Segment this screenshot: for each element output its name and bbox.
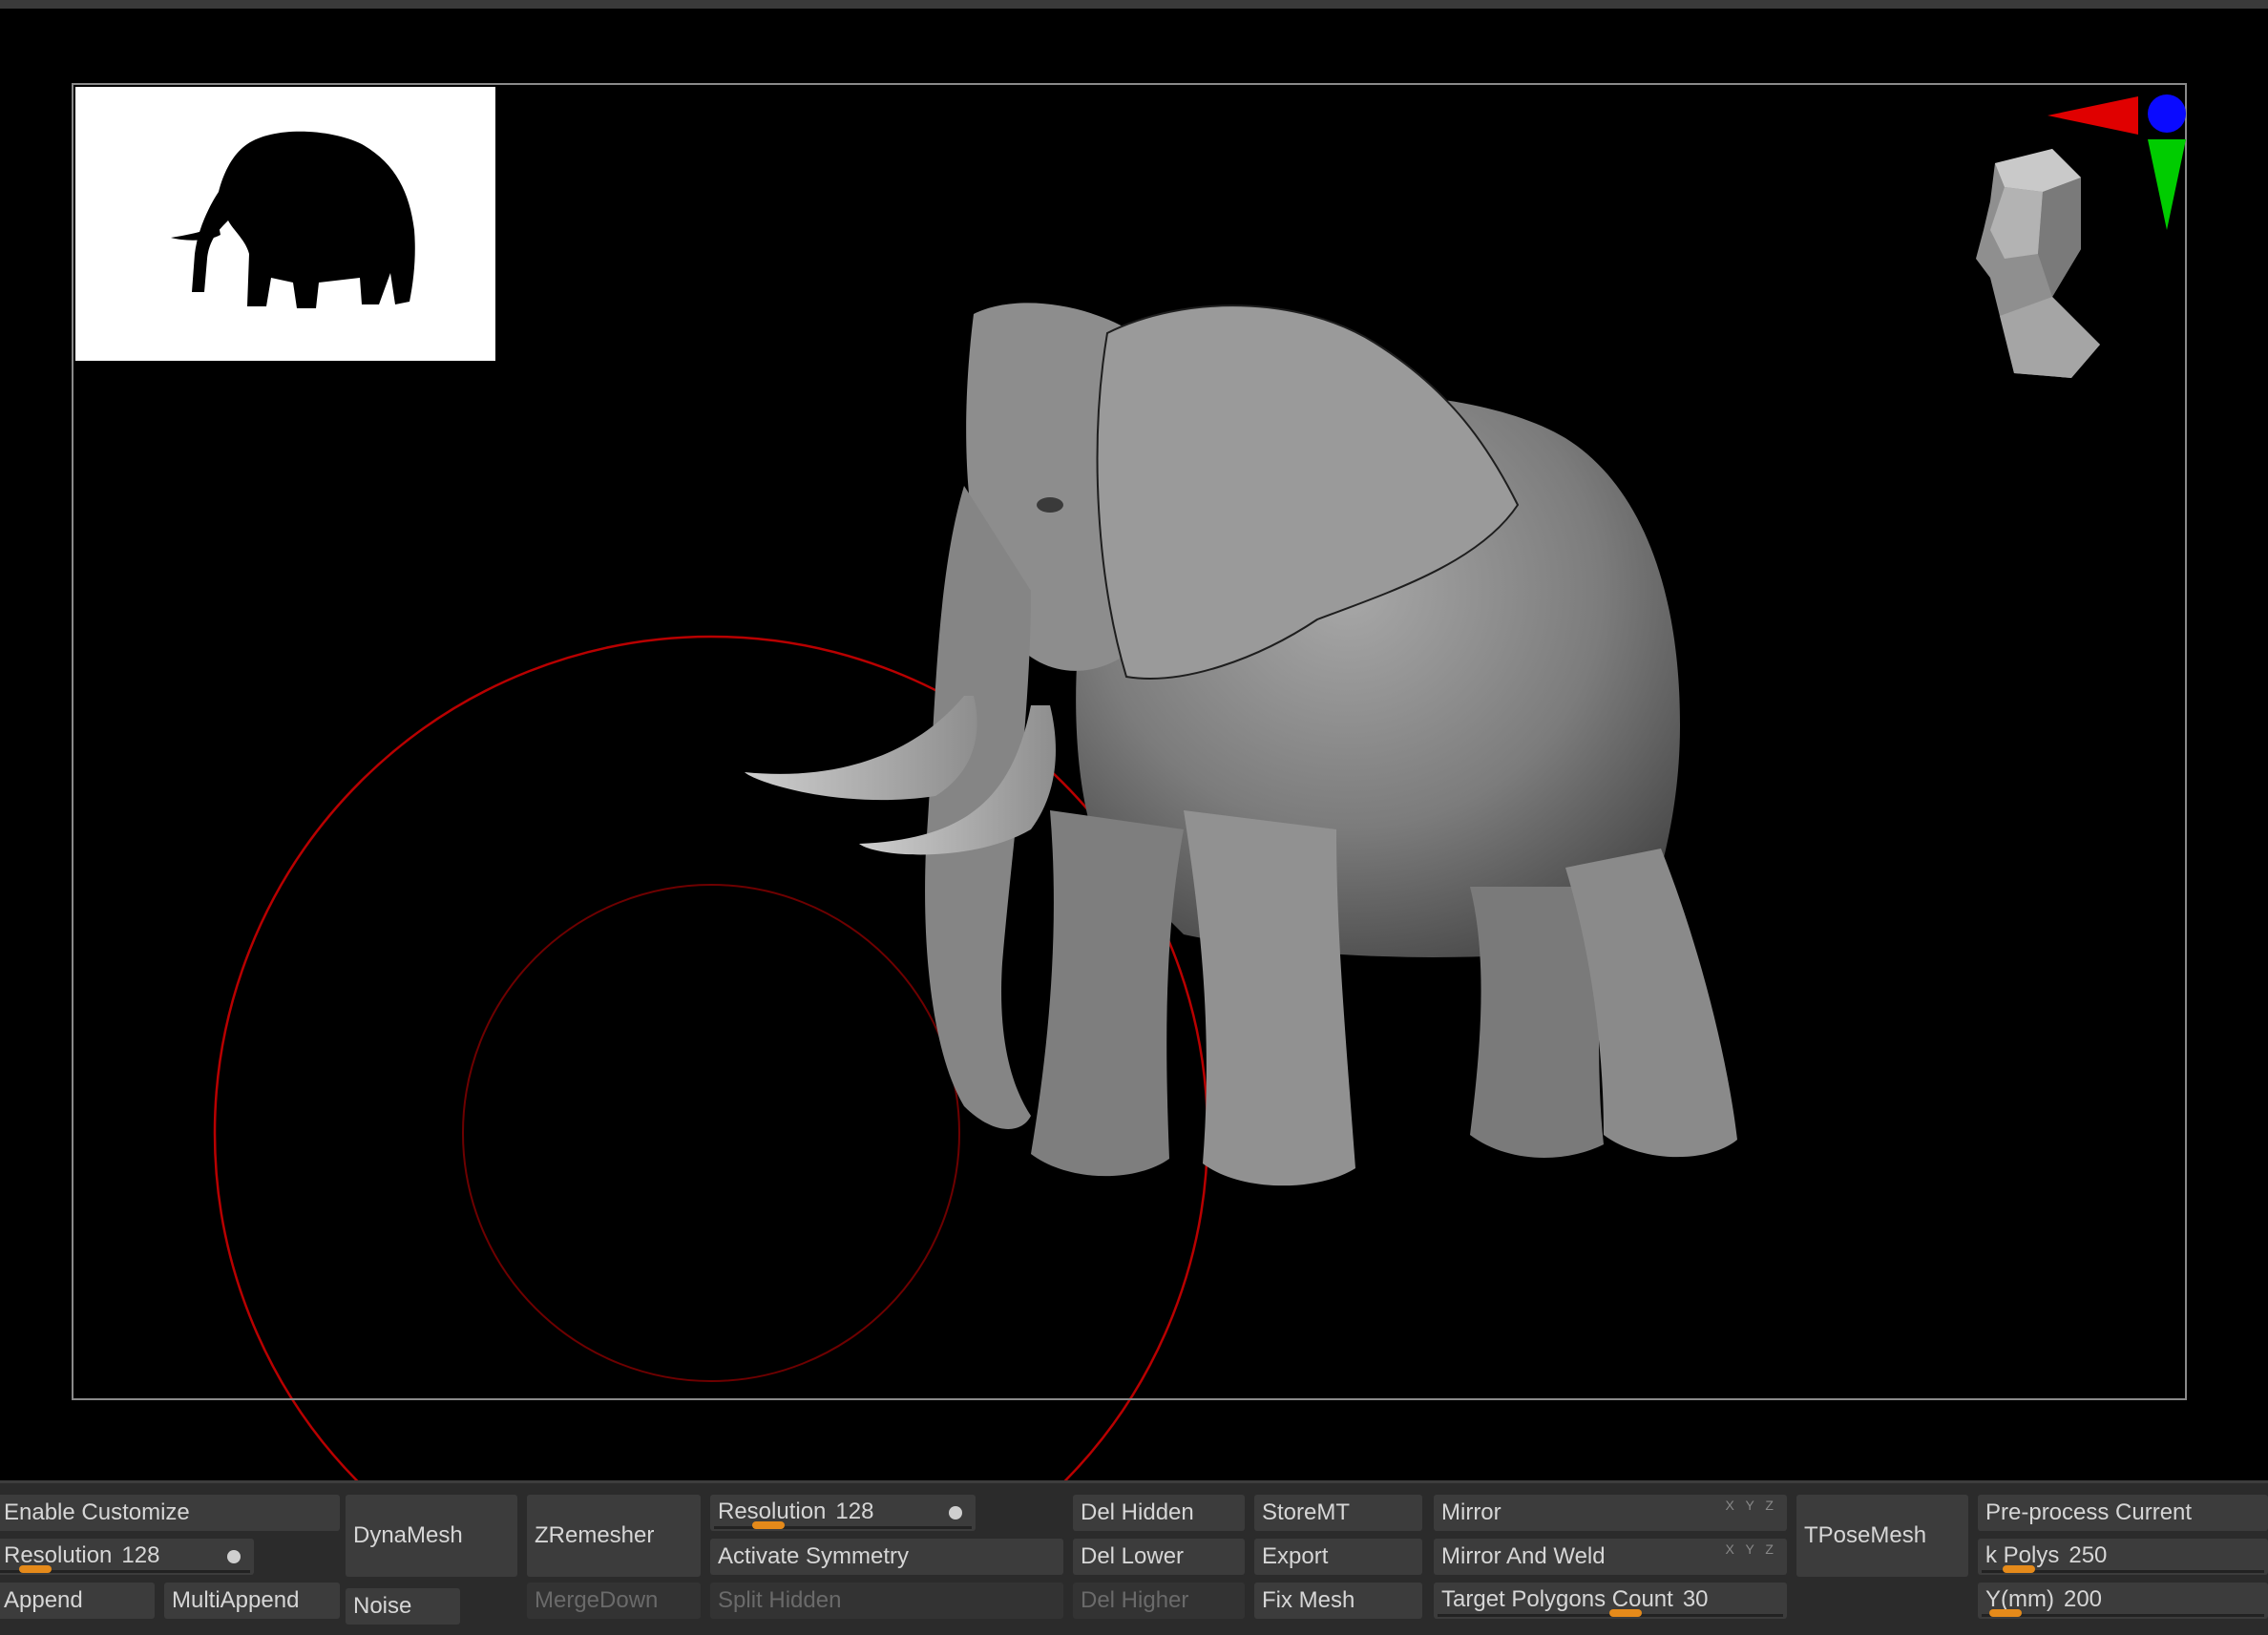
fix-mesh-label: Fix Mesh xyxy=(1262,1587,1355,1613)
k-polys-label: k Polys xyxy=(1985,1542,2060,1568)
head-navigation-icon[interactable] xyxy=(1938,87,2195,402)
export-button[interactable]: Export xyxy=(1254,1539,1422,1575)
slider-track xyxy=(0,1565,250,1573)
del-higher-button[interactable]: Del Higher xyxy=(1073,1583,1245,1619)
k-polys-slider[interactable]: k Polys 250 xyxy=(1978,1539,2268,1575)
enable-customize-label: Enable Customize xyxy=(4,1499,190,1525)
mirror-label: Mirror xyxy=(1441,1499,1502,1525)
slider-knob[interactable] xyxy=(19,1565,52,1573)
z-axis-icon xyxy=(2148,94,2186,133)
append-label: Append xyxy=(4,1587,83,1613)
slider-track xyxy=(1982,1565,2264,1573)
target-polygons-label: Target Polygons Count xyxy=(1441,1586,1673,1612)
noise-label: Noise xyxy=(353,1593,412,1619)
dynamesh-label: DynaMesh xyxy=(353,1522,463,1548)
export-label: Export xyxy=(1262,1543,1329,1569)
del-lower-button[interactable]: Del Lower xyxy=(1073,1539,1245,1575)
x-axis-icon xyxy=(2048,96,2138,135)
split-hidden-button[interactable]: Split Hidden xyxy=(710,1583,1063,1619)
dynamesh-button[interactable]: DynaMesh xyxy=(346,1495,517,1577)
thumbnail-view[interactable] xyxy=(75,87,495,361)
mirror-and-weld-label: Mirror And Weld xyxy=(1441,1543,1606,1569)
tposemesh-label: TPoseMesh xyxy=(1804,1522,1927,1548)
resolution-slider[interactable]: Resolution 128 xyxy=(710,1495,976,1531)
zremesher-label: ZRemesher xyxy=(535,1522,655,1548)
del-hidden-label: Del Hidden xyxy=(1081,1499,1194,1525)
resolution-label: Resolution xyxy=(718,1499,827,1524)
y-mm-slider[interactable]: Y(mm) 200 xyxy=(1978,1583,2268,1619)
activate-symmetry-label: Activate Symmetry xyxy=(718,1543,910,1569)
target-polygons-value: 30 xyxy=(1682,1586,1709,1612)
axis-toggle-icon[interactable]: X Y Z xyxy=(1725,1541,1777,1558)
slider-knob[interactable] xyxy=(752,1521,785,1529)
resolution-value: 128 xyxy=(835,1499,874,1524)
target-polygons-slider[interactable]: Target Polygons Count 30 xyxy=(1434,1583,1787,1619)
resolution-label: Resolution xyxy=(4,1542,113,1568)
k-polys-value: 250 xyxy=(2068,1542,2108,1568)
y-axis-icon xyxy=(2148,139,2186,230)
slider-knob[interactable] xyxy=(2003,1565,2035,1573)
storemt-button[interactable]: StoreMT xyxy=(1254,1495,1422,1531)
mergedown-button[interactable]: MergeDown xyxy=(527,1583,701,1619)
slider-dot-icon[interactable] xyxy=(227,1550,241,1563)
slider-knob[interactable] xyxy=(1609,1609,1642,1617)
mirror-and-weld-button[interactable]: Mirror And Weld X Y Z xyxy=(1434,1539,1787,1575)
pre-process-current-label: Pre-process Current xyxy=(1985,1499,2193,1525)
slider-knob[interactable] xyxy=(1989,1609,2022,1617)
elephant-silhouette-icon xyxy=(171,131,415,308)
del-lower-label: Del Lower xyxy=(1081,1543,1185,1569)
y-mm-label: Y(mm) xyxy=(1985,1586,2054,1612)
y-mm-value: 200 xyxy=(2063,1586,2103,1612)
storemt-label: StoreMT xyxy=(1262,1499,1351,1525)
slider-track xyxy=(1982,1609,2264,1617)
del-higher-label: Del Higher xyxy=(1081,1587,1189,1613)
split-hidden-label: Split Hidden xyxy=(718,1587,842,1613)
slider-track xyxy=(1438,1609,1783,1617)
tool-palette: Enable Customize Resolution 128 Append Mu… xyxy=(0,1480,2268,1635)
fix-mesh-button[interactable]: Fix Mesh xyxy=(1254,1583,1422,1619)
mergedown-label: MergeDown xyxy=(535,1587,659,1613)
resolution-slider-left[interactable]: Resolution 128 xyxy=(0,1539,254,1575)
noise-button[interactable]: Noise xyxy=(346,1588,460,1625)
axis-toggle-icon[interactable]: X Y Z xyxy=(1725,1497,1777,1514)
3d-viewport[interactable] xyxy=(0,9,2268,1480)
pre-process-current-button[interactable]: Pre-process Current xyxy=(1978,1495,2268,1531)
resolution-value: 128 xyxy=(121,1542,160,1568)
del-hidden-button[interactable]: Del Hidden xyxy=(1073,1495,1245,1531)
tposemesh-button[interactable]: TPoseMesh xyxy=(1796,1495,1968,1577)
enable-customize-button[interactable]: Enable Customize xyxy=(0,1495,340,1531)
top-bar xyxy=(0,0,2268,9)
multiappend-label: MultiAppend xyxy=(172,1587,300,1613)
slider-track xyxy=(714,1521,972,1529)
activate-symmetry-button[interactable]: Activate Symmetry xyxy=(710,1539,1063,1575)
zremesher-button[interactable]: ZRemesher xyxy=(527,1495,701,1577)
slider-dot-icon[interactable] xyxy=(949,1506,962,1520)
multiappend-button[interactable]: MultiAppend xyxy=(164,1583,340,1619)
mirror-button[interactable]: Mirror X Y Z xyxy=(1434,1495,1787,1531)
append-button[interactable]: Append xyxy=(0,1583,155,1619)
